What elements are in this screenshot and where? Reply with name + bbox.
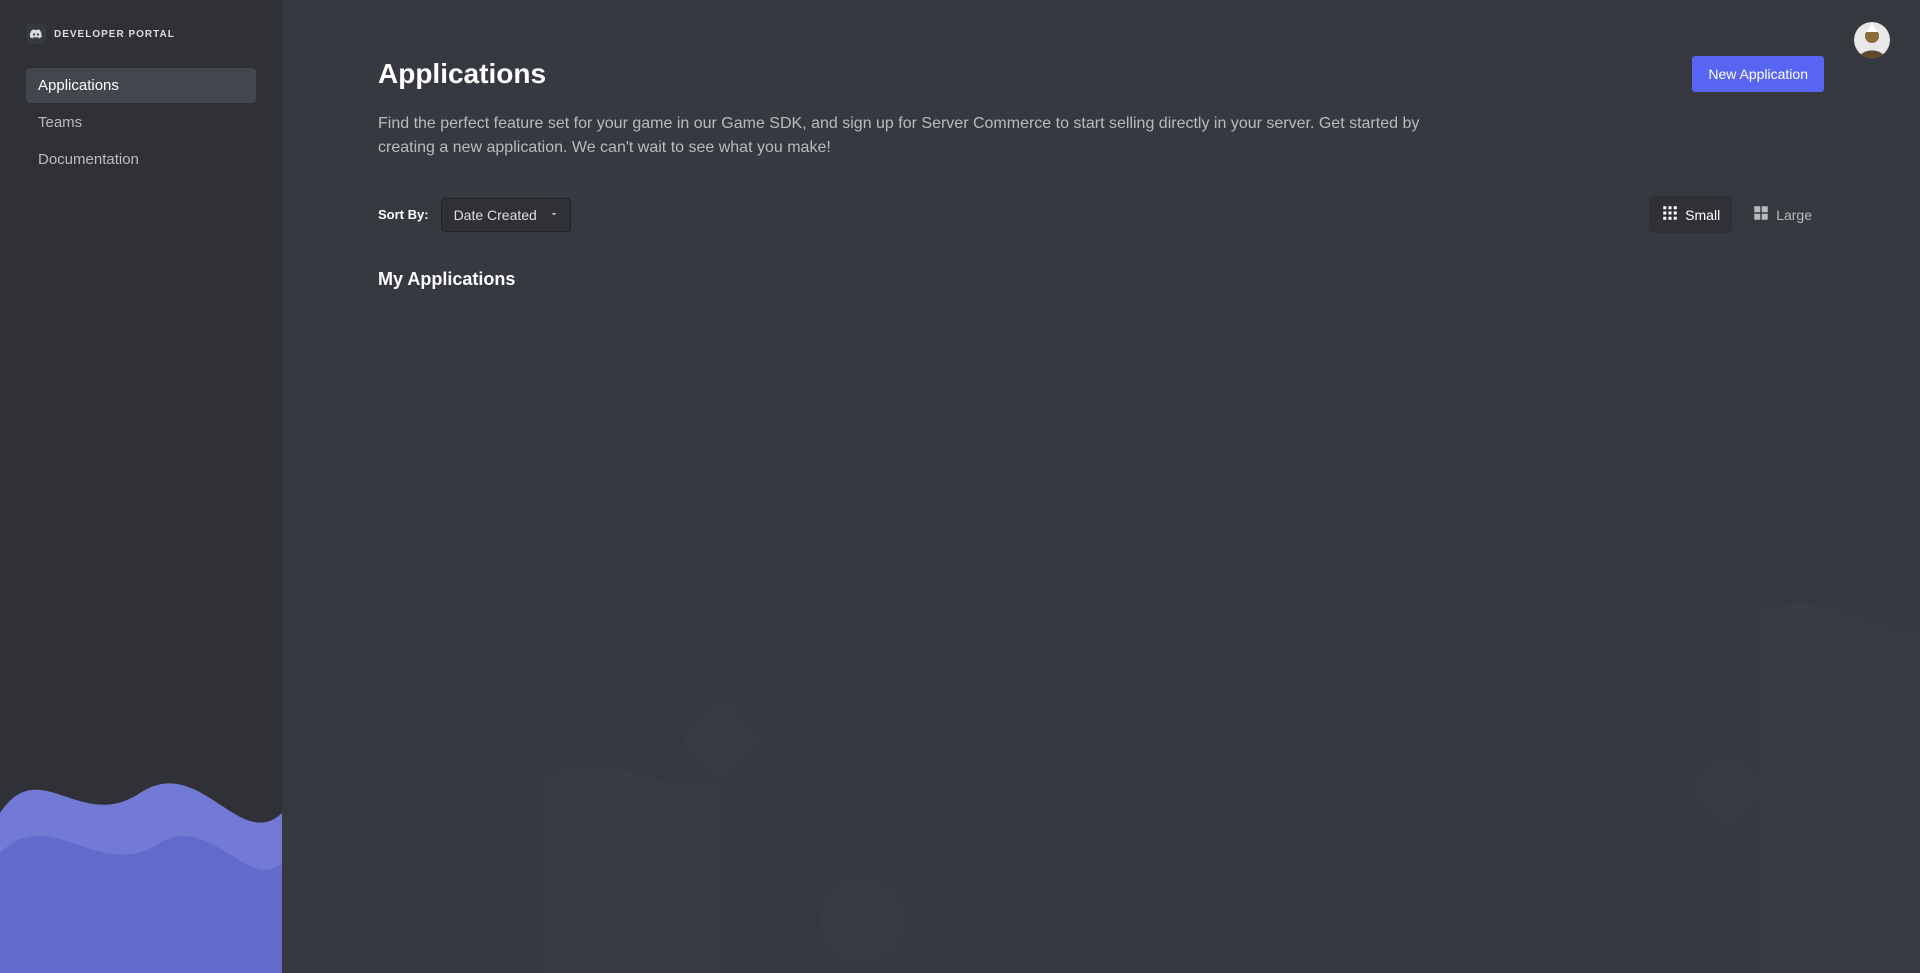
sidebar-item-label: Teams [38,114,82,131]
sidebar: DEVELOPER PORTAL Applications Teams Docu… [0,0,282,973]
controls-row: Sort By: Date Created [378,196,1824,233]
sidebar-nav: Applications Teams Documentation [0,68,282,177]
sort-select-value: Date Created [454,207,537,223]
sidebar-item-documentation[interactable]: Documentation [26,142,256,177]
page-title: Applications [378,58,546,90]
sidebar-item-label: Applications [38,77,119,94]
background-decoration-right [1500,453,1920,973]
discord-logo-icon [26,24,46,44]
view-toggles: Small Large [1649,196,1824,233]
background-decoration-left [542,420,962,973]
sidebar-item-label: Documentation [38,151,139,168]
brand-text: DEVELOPER PORTAL [54,29,175,40]
user-avatar[interactable] [1854,22,1890,58]
view-toggle-large[interactable]: Large [1740,196,1824,233]
sort-label: Sort By: [378,207,429,222]
sidebar-wave-decoration [0,633,282,973]
new-application-button[interactable]: New Application [1692,56,1824,92]
view-toggle-small[interactable]: Small [1649,196,1732,233]
sort-select[interactable]: Date Created [441,198,571,232]
content-area: Applications New Application Find the pe… [282,0,1920,290]
chevron-down-icon [548,207,560,223]
page-description: Find the perfect feature set for your ga… [378,112,1438,160]
sidebar-item-teams[interactable]: Teams [26,105,256,140]
page-header-row: Applications New Application [378,56,1824,92]
section-title: My Applications [378,269,1824,290]
sidebar-header: DEVELOPER PORTAL [0,0,282,68]
sort-group: Sort By: Date Created [378,198,571,232]
view-toggle-label: Small [1685,207,1720,223]
topbar [1854,22,1890,58]
grid-large-icon [1752,204,1770,225]
sidebar-item-applications[interactable]: Applications [26,68,256,103]
grid-small-icon [1661,204,1679,225]
main-content: Applications New Application Find the pe… [282,0,1920,973]
view-toggle-label: Large [1776,207,1812,223]
